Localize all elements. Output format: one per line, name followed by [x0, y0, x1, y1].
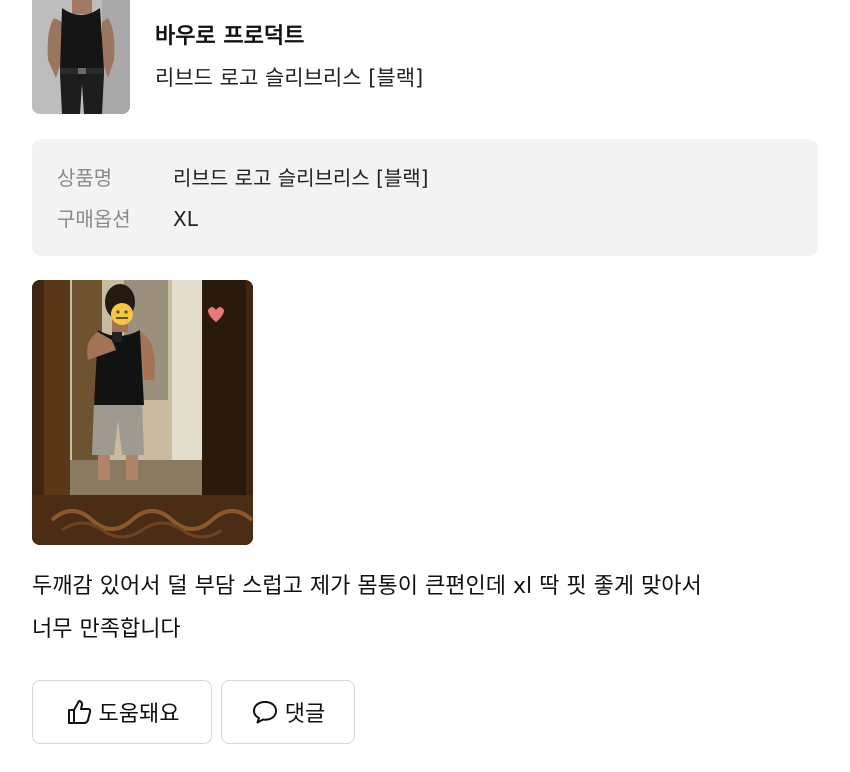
thumbs-up-icon: [65, 698, 93, 726]
option-label: 상품명: [57, 166, 113, 190]
brand-name[interactable]: 바우로 프로덕트: [155, 18, 304, 50]
speech-bubble-icon: [251, 698, 279, 726]
review-mirror-image: [32, 280, 253, 545]
product-name[interactable]: 리브드 로고 슬리브리스 [블랙]: [155, 62, 423, 92]
comment-button[interactable]: 댓글: [221, 680, 355, 744]
option-value: 리브드 로고 슬리브리스 [블랙]: [173, 166, 429, 190]
option-label: 구매옵션: [57, 207, 131, 231]
helpful-label: 도움돼요: [98, 702, 180, 727]
review-text: 두깨감 있어서 덜 부담 스럽고 제가 몸통이 큰편인데 xl 딱 핏 좋게 맞…: [32, 565, 818, 651]
option-row-product: 상품명 리브드 로고 슬리브리스 [블랙]: [57, 162, 428, 191]
review-photo[interactable]: [32, 280, 253, 545]
helpful-button[interactable]: 도움돼요: [32, 680, 212, 744]
option-value: XL: [173, 207, 198, 231]
product-model-image: [32, 0, 130, 114]
product-header: 바우로 프로덕트 리브드 로고 슬리브리스 [블랙]: [32, 0, 818, 114]
purchase-option-box: 상품명 리브드 로고 슬리브리스 [블랙] 구매옵션 XL: [32, 139, 818, 256]
review-text-line: 두깨감 있어서 덜 부담 스럽고 제가 몸통이 큰편인데 xl 딱 핏 좋게 맞…: [32, 574, 702, 599]
review-text-line: 너무 만족합니다: [32, 617, 181, 642]
comment-label: 댓글: [284, 702, 326, 727]
option-row-purchase: 구매옵션 XL: [57, 203, 198, 232]
product-thumbnail[interactable]: [32, 0, 130, 114]
